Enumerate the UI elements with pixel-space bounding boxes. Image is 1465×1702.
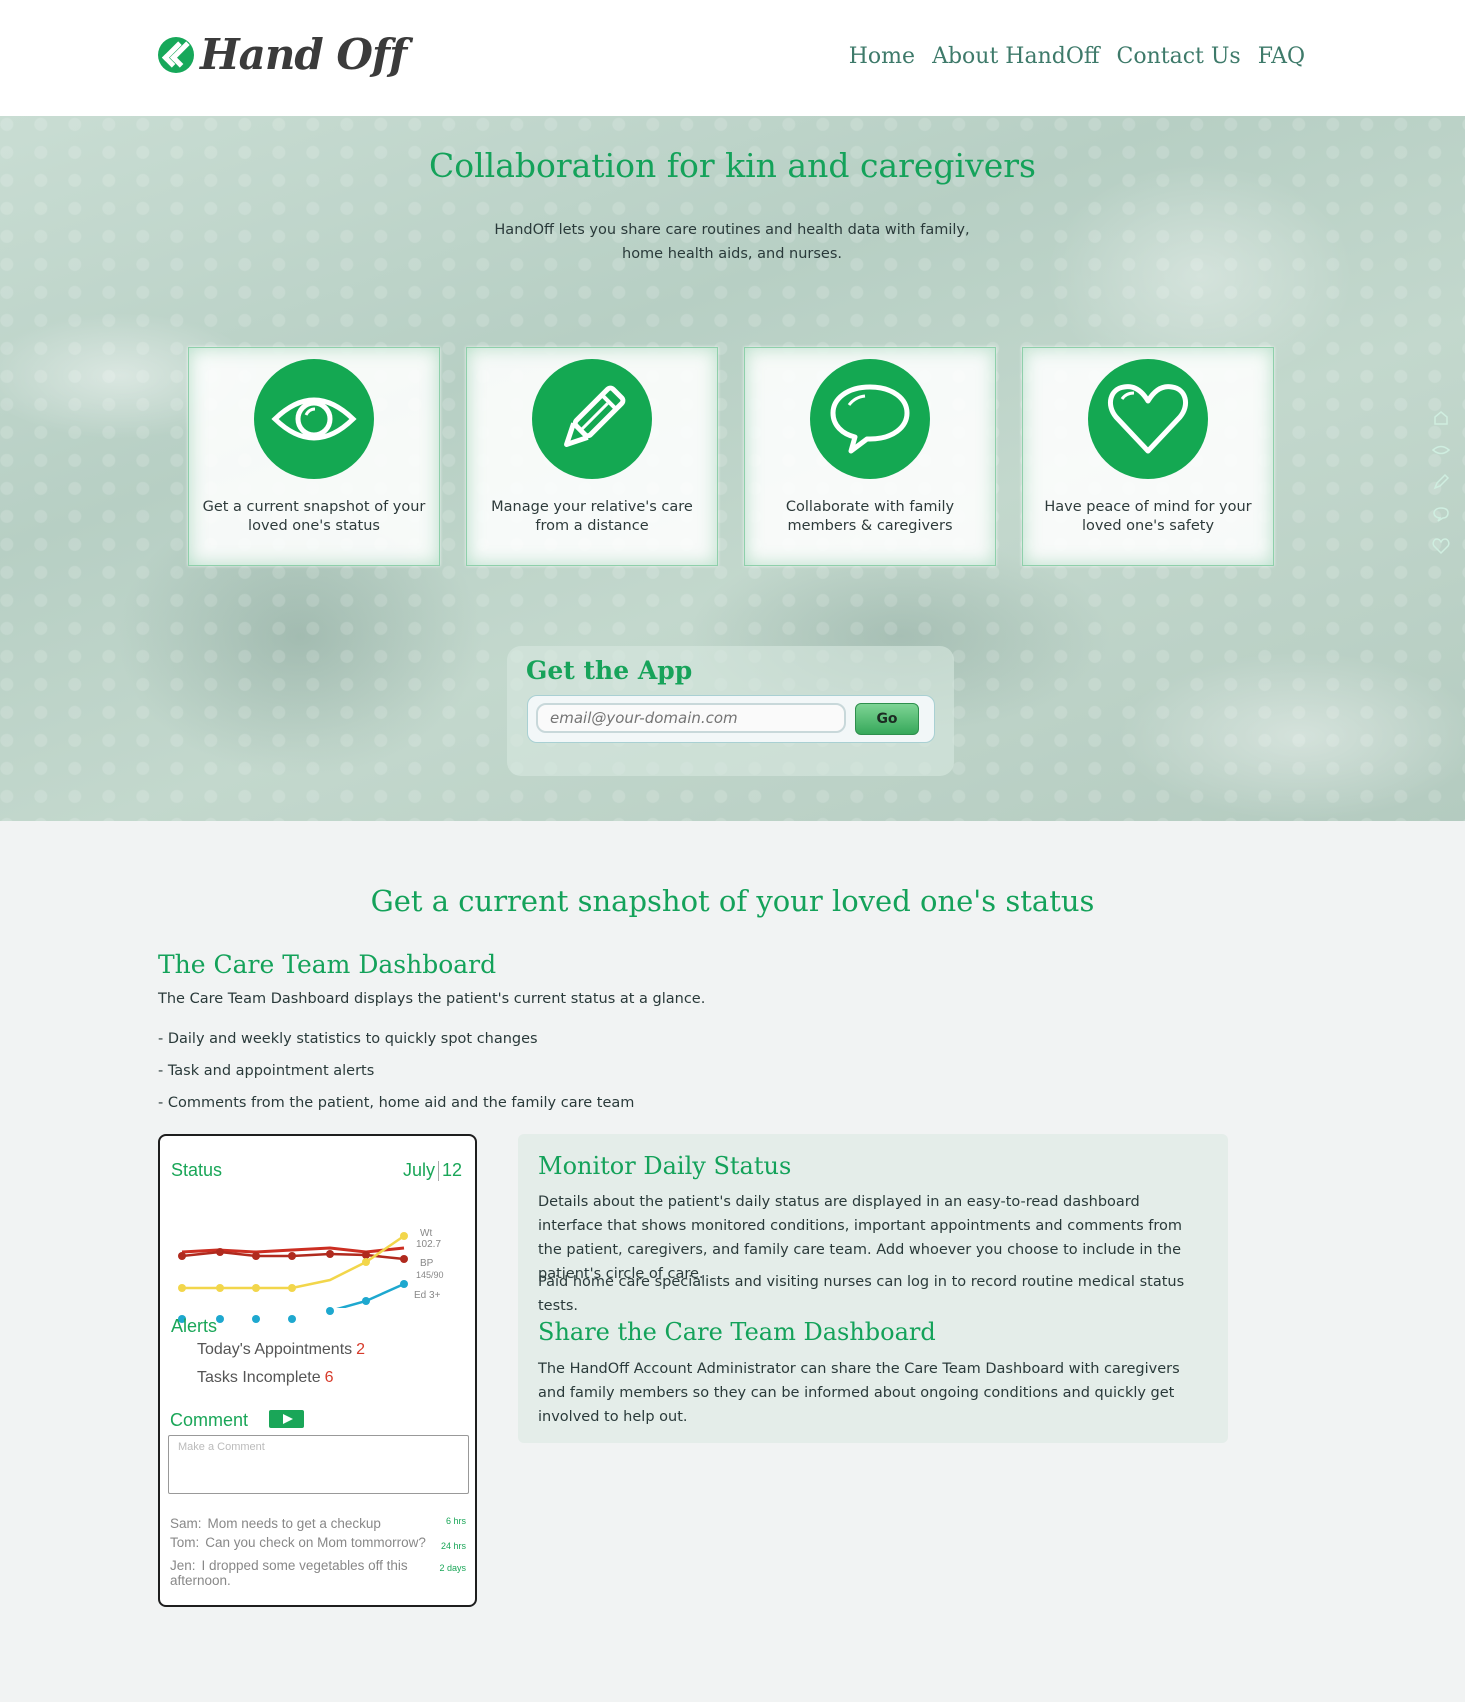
feature-text: Manage your relative's care from a dista… [491, 499, 693, 534]
nav-home[interactable]: Home [849, 44, 915, 69]
feature-card-peace-of-mind[interactable]: Have peace of mind for your loved one's … [1022, 347, 1274, 566]
site-header: Hand Off Home About HandOff Contact Us F… [0, 0, 1465, 116]
feature-text: Collaborate with family members & caregi… [785, 499, 955, 534]
logo[interactable]: Hand Off [158, 30, 407, 79]
alerts-label: Alerts [171, 1316, 218, 1336]
comment-text: I dropped some vegetables off this after… [170, 1558, 408, 1588]
send-comment-button[interactable] [269, 1410, 304, 1428]
heart-icon [1088, 359, 1208, 479]
tasks-label: Tasks Incomplete [197, 1369, 321, 1386]
chart-label-wt: Wt [420, 1228, 432, 1239]
speech-bubble-icon [810, 359, 930, 479]
comment-item: Tom: Can you check on Mom tommorrow? [170, 1535, 440, 1550]
feature-card-collaborate[interactable]: Collaborate with family members & caregi… [744, 347, 996, 566]
home-icon[interactable] [1431, 408, 1451, 428]
email-input[interactable] [536, 703, 846, 733]
nav-contact[interactable]: Contact Us [1117, 44, 1241, 69]
status-date: July 12 [402, 1160, 462, 1182]
dashboard-mockup: Status July 12 Wt 102.7 BP 145/90 Ed 3+ A… [158, 1134, 477, 1607]
comment-text: Can you check on Mom tommorrow? [205, 1535, 426, 1550]
nav-about[interactable]: About HandOff [932, 44, 1099, 69]
eye-icon[interactable] [1431, 440, 1451, 460]
chart-label-bp: BP [420, 1258, 434, 1269]
comment-input[interactable]: Make a Comment [168, 1435, 469, 1494]
comment-text: Mom needs to get a checkup [207, 1516, 381, 1531]
bullet-item: - Comments from the patient, home aid an… [158, 1095, 635, 1111]
get-app-title: Get the App [526, 656, 693, 685]
tasks-count: 6 [324, 1369, 334, 1386]
status-month: July [402, 1160, 435, 1180]
feature-card-manage[interactable]: Manage your relative's care from a dista… [466, 347, 718, 566]
logo-mark-icon [158, 36, 194, 73]
comment-time: 24 hrs [440, 1541, 466, 1551]
status-day: 12 [441, 1160, 462, 1180]
dashboard-heading: The Care Team Dashboard [158, 950, 497, 979]
get-app-panel: Get the App Go [507, 646, 954, 776]
side-nav-icons [1431, 408, 1451, 556]
eye-icon [254, 359, 374, 479]
heart-icon[interactable] [1431, 536, 1451, 556]
monitor-paragraph-2: Paid home care specialists and visiting … [538, 1274, 1185, 1314]
share-paragraph: The HandOff Account Administrator can sh… [538, 1361, 1180, 1425]
monitor-heading: Monitor Daily Status [538, 1152, 792, 1180]
main-nav: Home About HandOff Contact Us FAQ [849, 44, 1305, 69]
feature-text: Have peace of mind for your loved one's … [1044, 499, 1252, 534]
pencil-icon[interactable] [1431, 472, 1451, 492]
pencil-icon [532, 359, 652, 479]
get-app-form: Go [527, 695, 935, 743]
comment-time: 2 days [439, 1563, 466, 1573]
comment-time: 6 hrs [445, 1516, 466, 1526]
info-panel: Monitor Daily Status Details about the p… [518, 1134, 1228, 1443]
comment-item: Jen: I dropped some vegetables off this a… [170, 1558, 420, 1588]
status-label: Status [171, 1160, 223, 1180]
date-divider [437, 1161, 439, 1182]
comment-author: Tom: [170, 1535, 200, 1550]
nav-faq[interactable]: FAQ [1258, 44, 1305, 69]
tasks-alert[interactable]: Tasks Incomplete 6 [197, 1369, 334, 1387]
speech-bubble-icon[interactable] [1431, 504, 1451, 524]
share-heading: Share the Care Team Dashboard [538, 1318, 936, 1346]
dashboard-description: The Care Team Dashboard displays the pat… [158, 991, 706, 1007]
feature-card-snapshot[interactable]: Get a current snapshot of your loved one… [188, 347, 440, 566]
comment-label: Comment [170, 1410, 249, 1430]
appointments-alert[interactable]: Today's Appointments 2 [197, 1341, 365, 1359]
chart-label-bp-value: 145/90 [416, 1270, 444, 1280]
comment-author: Jen: [170, 1558, 196, 1573]
appointments-label: Today's Appointments [197, 1341, 353, 1358]
hero-subtitle: HandOff lets you share care routines and… [494, 222, 970, 262]
appointments-count: 2 [356, 1341, 366, 1358]
feature-text: Get a current snapshot of your loved one… [202, 499, 426, 534]
feature-bullet-list: - Daily and weekly statistics to quickly… [158, 1031, 634, 1127]
logo-text: Hand Off [200, 30, 407, 79]
comment-author: Sam: [170, 1516, 202, 1531]
comment-item: Sam: Mom needs to get a checkup [170, 1516, 420, 1531]
bullet-item: - Daily and weekly statistics to quickly… [158, 1031, 538, 1047]
section-title: Get a current snapshot of your loved one… [370, 884, 1095, 918]
go-button[interactable]: Go [855, 703, 919, 735]
hero-section: Collaboration for kin and caregivers Han… [0, 116, 1465, 821]
bullet-item: - Task and appointment alerts [158, 1063, 375, 1079]
feature-cards: Get a current snapshot of your loved one… [188, 347, 1274, 566]
hero-title: Collaboration for kin and caregivers [429, 146, 1036, 185]
